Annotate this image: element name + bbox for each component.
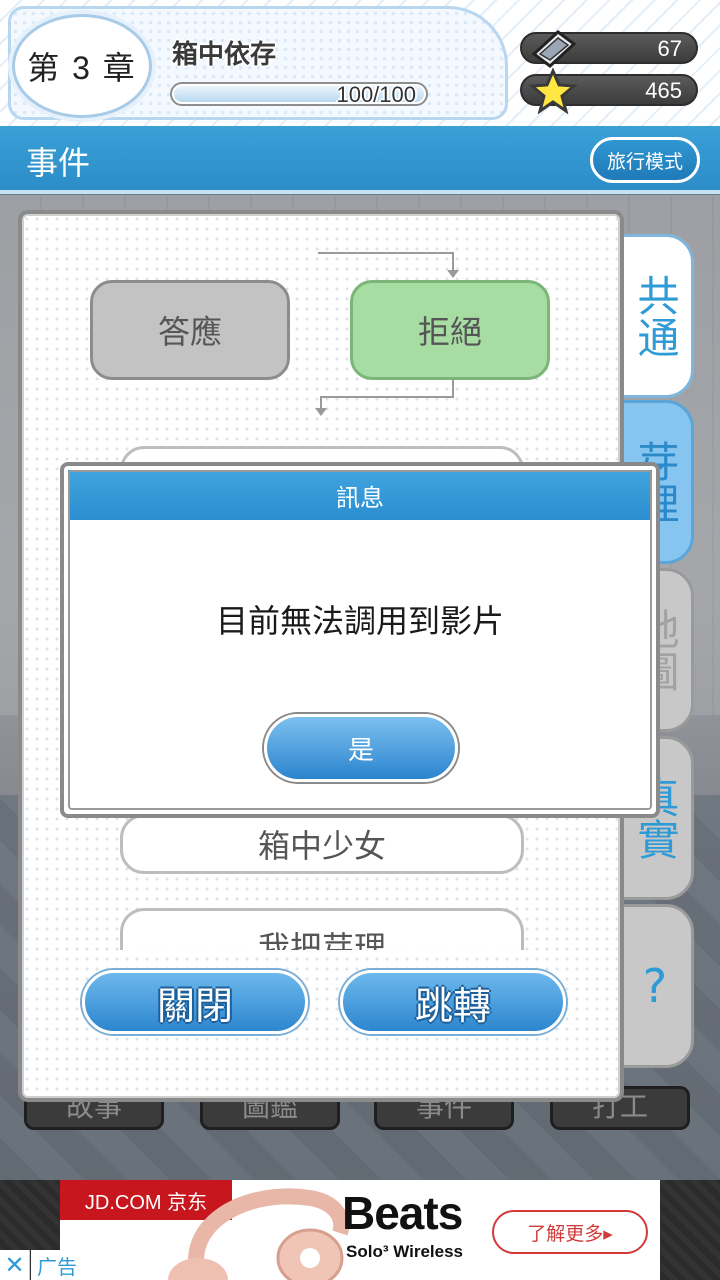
ad-cta-button[interactable]: 了解更多▸ — [492, 1210, 648, 1254]
choice-accept-node[interactable]: 答應 — [90, 280, 290, 380]
jump-button[interactable]: 跳轉 — [340, 970, 566, 1034]
dialog-title: 訊息 — [68, 470, 652, 520]
tab-help-label: ? — [642, 958, 668, 1013]
choice-refuse-node[interactable]: 拒絕 — [350, 280, 550, 380]
ad-brand: Beats — [342, 1187, 463, 1239]
flow-arrow-icon — [315, 408, 327, 416]
headphone-icon — [168, 1188, 350, 1280]
flow-arrow-icon — [447, 270, 459, 278]
star-count: 465 — [645, 78, 682, 103]
tab-common[interactable]: 共通 — [616, 234, 694, 398]
flow-connector — [320, 396, 454, 398]
tab-common-label: 共通 — [631, 274, 681, 358]
close-button[interactable]: 關閉 — [82, 970, 308, 1034]
chapter-label: 第 3 章 — [12, 14, 152, 118]
dialog-confirm-button[interactable]: 是 — [264, 714, 458, 782]
gem-count: 67 — [657, 36, 682, 61]
tab-help[interactable]: ? — [616, 904, 694, 1068]
flow-connector — [318, 252, 454, 254]
flow-connector — [452, 252, 454, 272]
chapter-title: 箱中依存 — [172, 40, 277, 70]
ad-close-icon[interactable]: ✕ — [0, 1250, 30, 1280]
section-title: 事件 — [26, 144, 91, 182]
story-node-box-girl[interactable]: 箱中少女 — [120, 814, 524, 874]
message-dialog: 訊息 目前無法調用到影片 是 — [60, 462, 660, 818]
chapter-progress-bar: 100/100 — [170, 82, 428, 106]
ad-content[interactable]: JD.COM 京东 Beats Solo³ Wireless 了解更多▸ — [60, 1180, 660, 1280]
chapter-header: 第 3 章 箱中依存 100/100 67 465 — [0, 0, 720, 128]
star-icon — [528, 68, 578, 114]
story-node-partial[interactable]: 我把芽理 — [120, 908, 524, 950]
section-bar: 事件 旅行模式 — [0, 126, 720, 194]
ad-product: Solo³ Wireless — [346, 1242, 463, 1261]
travel-mode-button[interactable]: 旅行模式 — [590, 137, 700, 183]
chapter-progress-text: 100/100 — [336, 82, 416, 106]
ad-label: 广告 — [31, 1250, 83, 1280]
ad-banner[interactable]: JD.COM 京东 Beats Solo³ Wireless 了解更多▸ — [0, 1180, 720, 1280]
star-counter: 465 — [520, 68, 698, 114]
dialog-message: 目前無法調用到影片 — [215, 602, 504, 640]
gem-counter: 67 — [520, 30, 698, 68]
gem-card-icon — [531, 30, 577, 68]
